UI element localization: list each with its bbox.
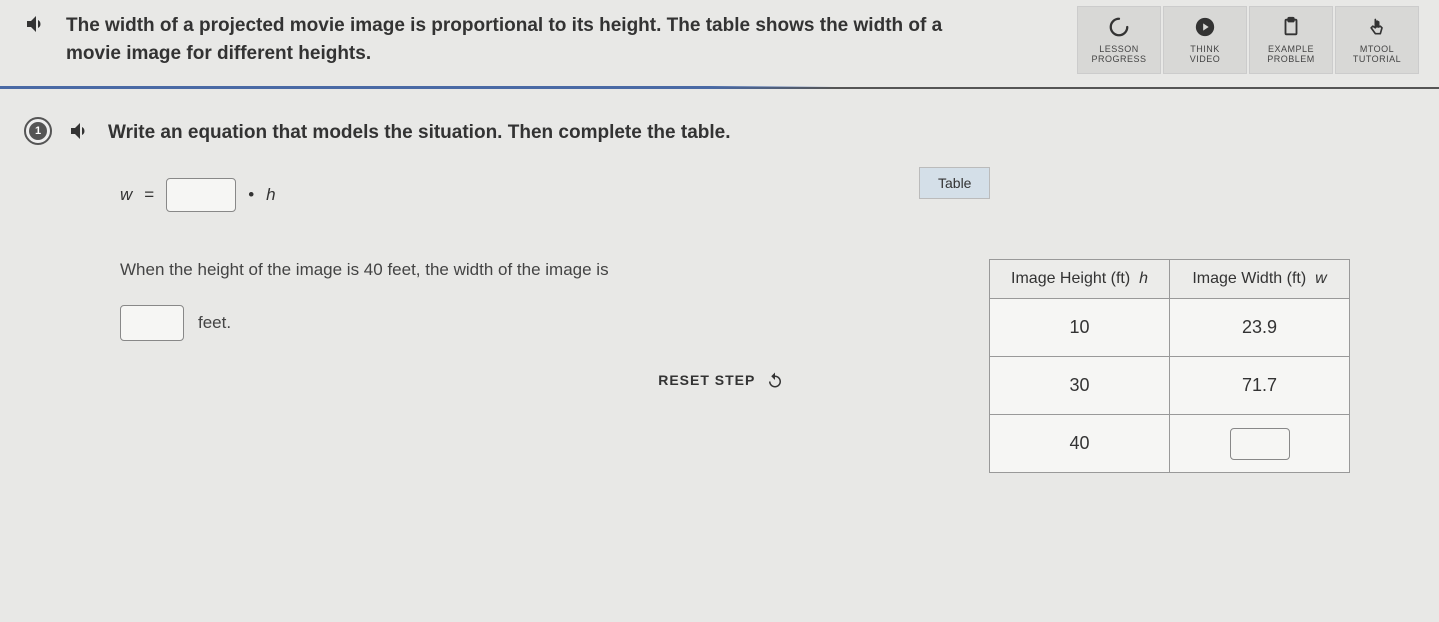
cell-height: 10 (990, 299, 1170, 357)
cursor-hand-icon (1367, 15, 1387, 39)
col-header-width: Image Width (ft) w (1170, 260, 1350, 299)
fill-sentence: When the height of the image is 40 feet,… (120, 256, 760, 283)
think-video-button[interactable]: THINK VIDEO (1163, 6, 1247, 74)
undo-icon (766, 371, 784, 392)
cell-width: 23.9 (1170, 299, 1350, 357)
equation-rhs: h (266, 185, 275, 205)
reset-step-button[interactable]: RESET STEP (24, 371, 784, 392)
equation-lhs: w (120, 185, 132, 205)
feet-input-row: feet. (120, 305, 919, 341)
think-video-label: THINK VIDEO (1190, 45, 1221, 65)
clipboard-icon (1280, 15, 1302, 39)
toolbar: LESSON PROGRESS THINK VIDEO EXAMPLE PROB… (1077, 6, 1419, 74)
header-bar: The width of a projected movie image is … (0, 0, 1439, 89)
table-row: 30 71.7 (990, 357, 1350, 415)
play-circle-icon (1194, 15, 1216, 39)
table-width-input[interactable] (1230, 428, 1290, 460)
example-problem-label: EXAMPLE PROBLEM (1267, 45, 1315, 65)
equation-row: w = • h (120, 178, 919, 212)
table-row: 40 (990, 415, 1350, 473)
cell-height: 30 (990, 357, 1170, 415)
data-table: Image Height (ft) h Image Width (ft) w 1… (989, 259, 1350, 473)
table-column: Table Image Height (ft) h Image Width (f… (919, 119, 1419, 473)
cell-width-input (1170, 415, 1350, 473)
main-area: 1 Write an equation that models the situ… (0, 89, 1439, 493)
lesson-progress-label: LESSON PROGRESS (1091, 45, 1146, 65)
example-problem-button[interactable]: EXAMPLE PROBLEM (1249, 6, 1333, 74)
equation-equals: = (144, 185, 154, 205)
table-tab[interactable]: Table (919, 167, 990, 199)
width-answer-input[interactable] (120, 305, 184, 341)
audio-icon[interactable] (24, 12, 48, 41)
question-header: 1 Write an equation that models the situ… (24, 119, 919, 148)
intro-block: The width of a projected movie image is … (24, 12, 984, 87)
equation-dot: • (248, 185, 254, 205)
mtool-tutorial-label: MTOOL TUTORIAL (1353, 45, 1401, 65)
coefficient-input[interactable] (166, 178, 236, 212)
cell-width: 71.7 (1170, 357, 1350, 415)
table-row: 10 23.9 (990, 299, 1350, 357)
feet-unit-label: feet. (198, 313, 231, 333)
question-column: 1 Write an equation that models the situ… (20, 119, 919, 473)
step-number-badge: 1 (24, 117, 52, 145)
reset-step-label: RESET STEP (658, 372, 755, 388)
progress-spinner-icon (1108, 15, 1130, 39)
problem-intro-text: The width of a projected movie image is … (66, 12, 984, 87)
audio-icon[interactable] (68, 119, 92, 148)
cell-height: 40 (990, 415, 1170, 473)
lesson-progress-button[interactable]: LESSON PROGRESS (1077, 6, 1161, 74)
question-prompt: Write an equation that models the situat… (108, 119, 731, 148)
col-header-height: Image Height (ft) h (990, 260, 1170, 299)
mtool-tutorial-button[interactable]: MTOOL TUTORIAL (1335, 6, 1419, 74)
